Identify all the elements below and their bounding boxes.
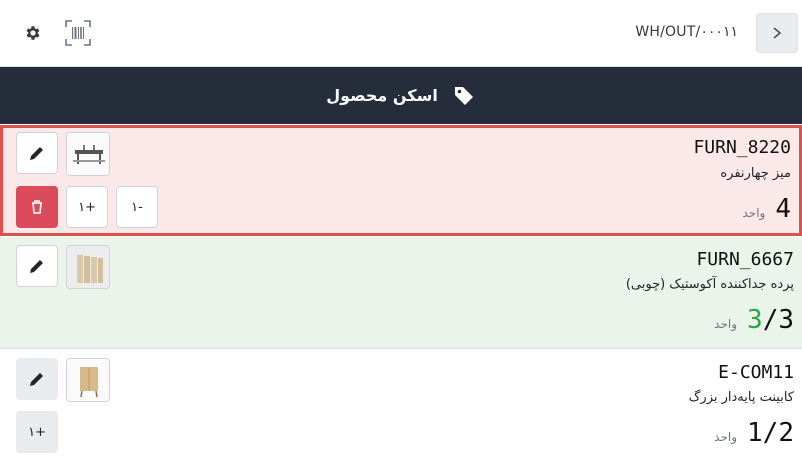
product-code: E-COM11: [718, 362, 794, 383]
edit-button[interactable]: [16, 245, 58, 287]
quantity: واحد 4: [742, 194, 791, 224]
quantity: واحد 3/3: [714, 305, 794, 335]
quantity-total: /3: [762, 305, 794, 335]
screen-image: [67, 246, 109, 288]
picking-reference: WH/OUT/۰۰۰۱۱: [635, 24, 738, 40]
product-name: پرده جداکننده آکوستیک (چوبی): [625, 277, 794, 292]
delete-button[interactable]: [16, 186, 58, 228]
scan-product-banner: اسکن محصول: [0, 67, 802, 124]
scan-product-title: اسکن محصول: [326, 86, 438, 105]
move-line-row[interactable]: E-COM11 کابینت پایه‌دار بزرگ واحد 1/2 ۱+: [0, 350, 802, 462]
product-name: کابینت پایه‌دار بزرگ: [688, 390, 794, 405]
product-image: [66, 132, 110, 176]
settings-button[interactable]: [18, 18, 48, 48]
cabinet-image: [67, 359, 109, 401]
barcode-icon: [65, 20, 91, 46]
table-image: [67, 133, 109, 175]
product-code: FURN_8220: [693, 137, 791, 158]
pencil-icon: [30, 147, 43, 160]
quantity-value: 3/3: [747, 305, 794, 335]
product-code: FURN_6667: [696, 249, 794, 270]
quantity-unit: واحد: [742, 206, 766, 220]
quantity-done: 3: [747, 305, 763, 335]
edit-button[interactable]: [16, 132, 58, 174]
top-bar: WH/OUT/۰۰۰۱۱: [0, 0, 802, 67]
quantity-unit: واحد: [714, 317, 738, 331]
tag-icon: [454, 86, 473, 105]
product-image: [66, 245, 110, 289]
chevron-right-icon: [773, 27, 782, 39]
move-line-row[interactable]: FURN_6667 پرده جداکننده آکوستیک (چوبی) و…: [0, 237, 802, 349]
product-name: میز چهارنفره: [720, 166, 791, 181]
edit-button[interactable]: [16, 358, 58, 400]
gear-icon: [26, 26, 40, 40]
trash-icon: [32, 200, 42, 214]
pencil-icon: [30, 373, 43, 386]
pencil-icon: [30, 260, 43, 273]
quantity: واحد 1/2: [714, 418, 794, 448]
decrement-button[interactable]: ۱-: [116, 186, 158, 228]
barcode-scan-button[interactable]: [62, 16, 94, 50]
quantity-total: 4: [775, 194, 791, 224]
move-line-row[interactable]: FURN_8220 میز چهارنفره واحد 4 ۱+ ۱-: [0, 125, 802, 236]
quantity-unit: واحد: [714, 430, 738, 444]
back-button[interactable]: [756, 13, 798, 53]
quantity-total: 1/2: [747, 418, 794, 448]
increment-button[interactable]: ۱+: [16, 411, 58, 453]
increment-button[interactable]: ۱+: [66, 186, 108, 228]
product-image: [66, 358, 110, 402]
